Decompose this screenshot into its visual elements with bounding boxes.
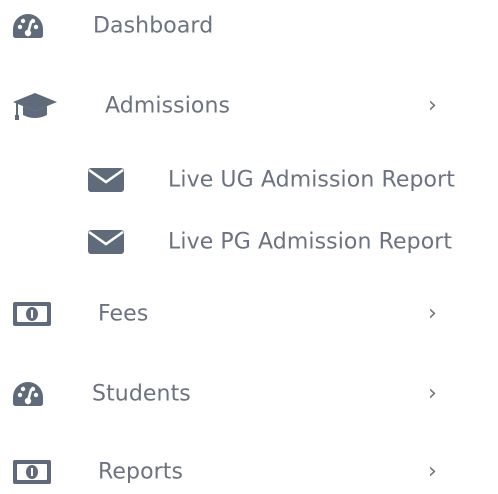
submenu-item-live-ug-report[interactable]: Live UG Admission Report [0,158,498,202]
submenu-label-live-pg-report: Live PG Admission Report [168,229,453,255]
graduation-cap-icon [11,89,59,123]
menu-item-dashboard[interactable]: Dashboard [0,4,498,48]
chevron-right-icon: › [428,381,437,406]
menu-label-fees: Fees [98,301,149,327]
chevron-right-icon: › [428,301,437,326]
menu-label-reports: Reports [98,459,184,485]
menu-item-admissions[interactable]: Admissions › [0,84,498,128]
envelope-icon [87,229,125,255]
menu-item-fees[interactable]: Fees › [0,292,498,336]
menu-label-dashboard: Dashboard [93,13,214,39]
menu-item-reports[interactable]: Reports › [0,450,498,494]
dashboard-gauge-icon [11,12,45,40]
menu-label-admissions: Admissions [105,93,231,119]
dashboard-gauge-icon [11,380,45,408]
menu-label-students: Students [92,381,191,407]
envelope-icon [87,167,125,193]
chevron-right-icon: › [428,459,437,484]
money-bill-icon [12,459,52,485]
money-bill-icon [12,301,52,327]
chevron-right-icon: › [428,93,437,118]
submenu-label-live-ug-report: Live UG Admission Report [168,167,455,193]
submenu-item-live-pg-report[interactable]: Live PG Admission Report [0,220,498,264]
menu-item-students[interactable]: Students › [0,372,498,416]
